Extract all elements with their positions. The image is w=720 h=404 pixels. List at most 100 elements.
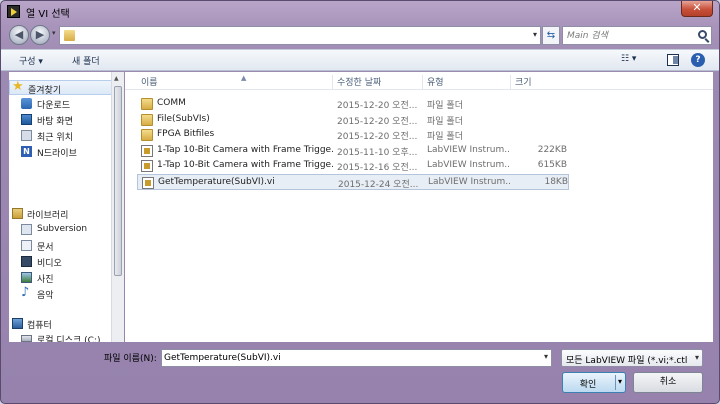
file-row-selected[interactable]: GetTemperature(SubVI).vi 2015-12-24 오전..…: [137, 174, 569, 190]
forward-button[interactable]: ▶: [30, 25, 50, 45]
video-icon: [21, 256, 32, 267]
chevron-down-icon[interactable]: ▾: [544, 352, 548, 361]
file-name: FPGA Bitfiles: [157, 129, 215, 139]
address-dropdown[interactable]: ▾: [533, 30, 537, 39]
nav-item-label: 다운로드: [37, 101, 71, 111]
file-row[interactable]: 1-Tap 10-Bit Camera with Frame Trigge...…: [137, 158, 569, 174]
file-name: File(SubVIs): [157, 114, 210, 124]
file-row[interactable]: COMM 2015-12-20 오전... 파일 폴더: [137, 96, 569, 112]
address-bar[interactable]: ▾: [59, 26, 541, 45]
folder-icon: [141, 114, 153, 126]
search-icon[interactable]: [698, 30, 707, 39]
ndrive-icon: N: [21, 146, 32, 157]
nav-item-videos[interactable]: 비디오: [9, 254, 117, 269]
nav-item-local-disk[interactable]: 로컬 디스크 (C:): [9, 331, 117, 342]
nav-item-label: 바탕 화면: [37, 117, 73, 127]
folder-icon: [141, 129, 153, 141]
nav-item-documents[interactable]: 문서: [9, 238, 117, 253]
file-date: 2015-12-20 오전...: [337, 117, 418, 127]
file-type: LabVIEW Instrum...: [427, 160, 509, 170]
file-row[interactable]: 1-Tap 10-Bit Camera with Frame Trigge...…: [137, 143, 569, 159]
file-size: 18KB: [544, 177, 568, 187]
address-path: [80, 28, 240, 43]
file-date: 2015-11-10 오후...: [337, 148, 418, 158]
window-title: 열 VI 선택: [26, 9, 70, 20]
nav-item-label: 로컬 디스크 (C:): [37, 336, 101, 342]
documents-icon: [21, 240, 32, 251]
recent-pages-dropdown[interactable]: ▾: [52, 29, 56, 37]
ok-button-label: 확인: [579, 380, 597, 390]
downloads-icon: [21, 98, 32, 109]
file-name: 1-Tap 10-Bit Camera with Frame Trigge...: [157, 160, 333, 170]
nav-favorites[interactable]: 즐겨찾기: [9, 79, 117, 96]
nav-item-pictures[interactable]: 사진: [9, 270, 117, 285]
filename-input[interactable]: [164, 350, 534, 366]
file-row[interactable]: FPGA Bitfiles 2015-12-20 오전... 파일 폴더: [137, 127, 569, 143]
scroll-up-icon[interactable]: ▲: [114, 75, 119, 82]
computer-icon: [12, 318, 23, 329]
nav-item-downloads[interactable]: 다운로드: [9, 96, 117, 111]
close-button[interactable]: ✕: [681, 1, 713, 17]
nav-item-label: N드라이브: [37, 149, 77, 159]
desktop-icon: [21, 114, 32, 125]
file-dialog-window: 열 VI 선택 ✕ ◀ ▶ ▾ ▾ ⇆ 구성 ▾ 새 폴더 ☷ ▾ ? 즐겨찾기…: [0, 0, 720, 404]
folder-icon: [141, 98, 153, 110]
column-size[interactable]: 크기: [511, 75, 571, 90]
file-type-filter[interactable]: 모든 LabVIEW 파일 (*.vi;*.ctl;*. ▾: [561, 349, 703, 367]
file-type: 파일 폴더: [427, 132, 463, 142]
arrow-right-icon: ▶: [35, 28, 45, 41]
labview-vi-icon: [141, 145, 153, 157]
nav-item-music[interactable]: 음악: [9, 285, 117, 301]
file-type: LabVIEW Instrum...: [428, 177, 510, 187]
help-icon[interactable]: ?: [691, 53, 705, 67]
preview-pane-icon[interactable]: [667, 54, 679, 66]
nav-item-label: Subversion: [37, 224, 88, 234]
file-type: 파일 폴더: [427, 101, 463, 111]
file-row[interactable]: File(SubVIs) 2015-12-20 오전... 파일 폴더: [137, 112, 569, 128]
column-type[interactable]: 유형: [423, 75, 511, 90]
nav-item-ndrive[interactable]: N N드라이브: [9, 144, 117, 159]
nav-item-label: 컴퓨터: [27, 321, 52, 331]
back-button[interactable]: ◀: [9, 25, 29, 45]
navigation-pane: 즐겨찾기 다운로드 바탕 화면 최근 위치 N N드라이브 라이브러리 Subv…: [9, 72, 124, 342]
file-name: GetTemperature(SubVI).vi: [158, 177, 275, 187]
labview-vi-icon: [141, 160, 153, 172]
search-box: [562, 26, 712, 45]
nav-item-desktop[interactable]: 바탕 화면: [9, 112, 117, 127]
nav-scrollbar-thumb[interactable]: [114, 86, 122, 276]
organize-button[interactable]: 구성 ▾: [19, 54, 43, 67]
new-folder-button[interactable]: 새 폴더: [72, 54, 100, 67]
file-list-pane: 이름 ▲ 수정한 날짜 유형 크기 COMM 2015-12-20 오전... …: [125, 72, 713, 342]
pictures-icon: [21, 272, 32, 283]
column-name[interactable]: 이름 ▲: [137, 74, 333, 90]
sort-ascending-icon: ▲: [241, 74, 247, 82]
change-view-button[interactable]: ☷ ▾: [621, 54, 649, 68]
arrow-left-icon: ◀: [14, 28, 24, 41]
ok-button[interactable]: 확인 ▾: [562, 372, 626, 393]
column-date[interactable]: 수정한 날짜: [333, 75, 423, 90]
file-date: 2015-12-20 오전...: [337, 101, 418, 111]
nav-item-label: 문서: [37, 243, 54, 253]
nav-item-subversion[interactable]: Subversion: [9, 222, 117, 237]
filename-label: 파일 이름(N):: [104, 354, 157, 364]
library-icon: [12, 208, 23, 219]
ok-dropdown-arrow[interactable]: ▾: [618, 377, 622, 386]
address-row: ◀ ▶ ▾ ▾ ⇆: [1, 23, 719, 49]
nav-computer[interactable]: 컴퓨터: [9, 316, 117, 331]
star-icon: [12, 79, 24, 94]
search-input[interactable]: [567, 27, 695, 44]
file-type-filter-value: 모든 LabVIEW 파일 (*.vi;*.ctl;*.: [566, 356, 688, 366]
title-bar[interactable]: 열 VI 선택 ✕: [1, 1, 719, 23]
file-type: LabVIEW Instrum...: [427, 145, 509, 155]
nav-libraries[interactable]: 라이브러리: [9, 206, 117, 221]
nav-item-label: 음악: [37, 291, 54, 301]
nav-item-recent[interactable]: 최근 위치: [9, 128, 117, 143]
nav-scrollbar[interactable]: ▲: [111, 72, 124, 342]
refresh-button[interactable]: ⇆: [542, 26, 560, 45]
file-date: 2015-12-20 오전...: [337, 132, 418, 142]
cancel-button[interactable]: 취소: [633, 372, 703, 393]
file-date: 2015-12-24 오전...: [338, 180, 419, 190]
recent-places-icon: [21, 130, 32, 141]
file-type: 파일 폴더: [427, 117, 463, 127]
file-date: 2015-12-16 오전...: [337, 163, 418, 173]
